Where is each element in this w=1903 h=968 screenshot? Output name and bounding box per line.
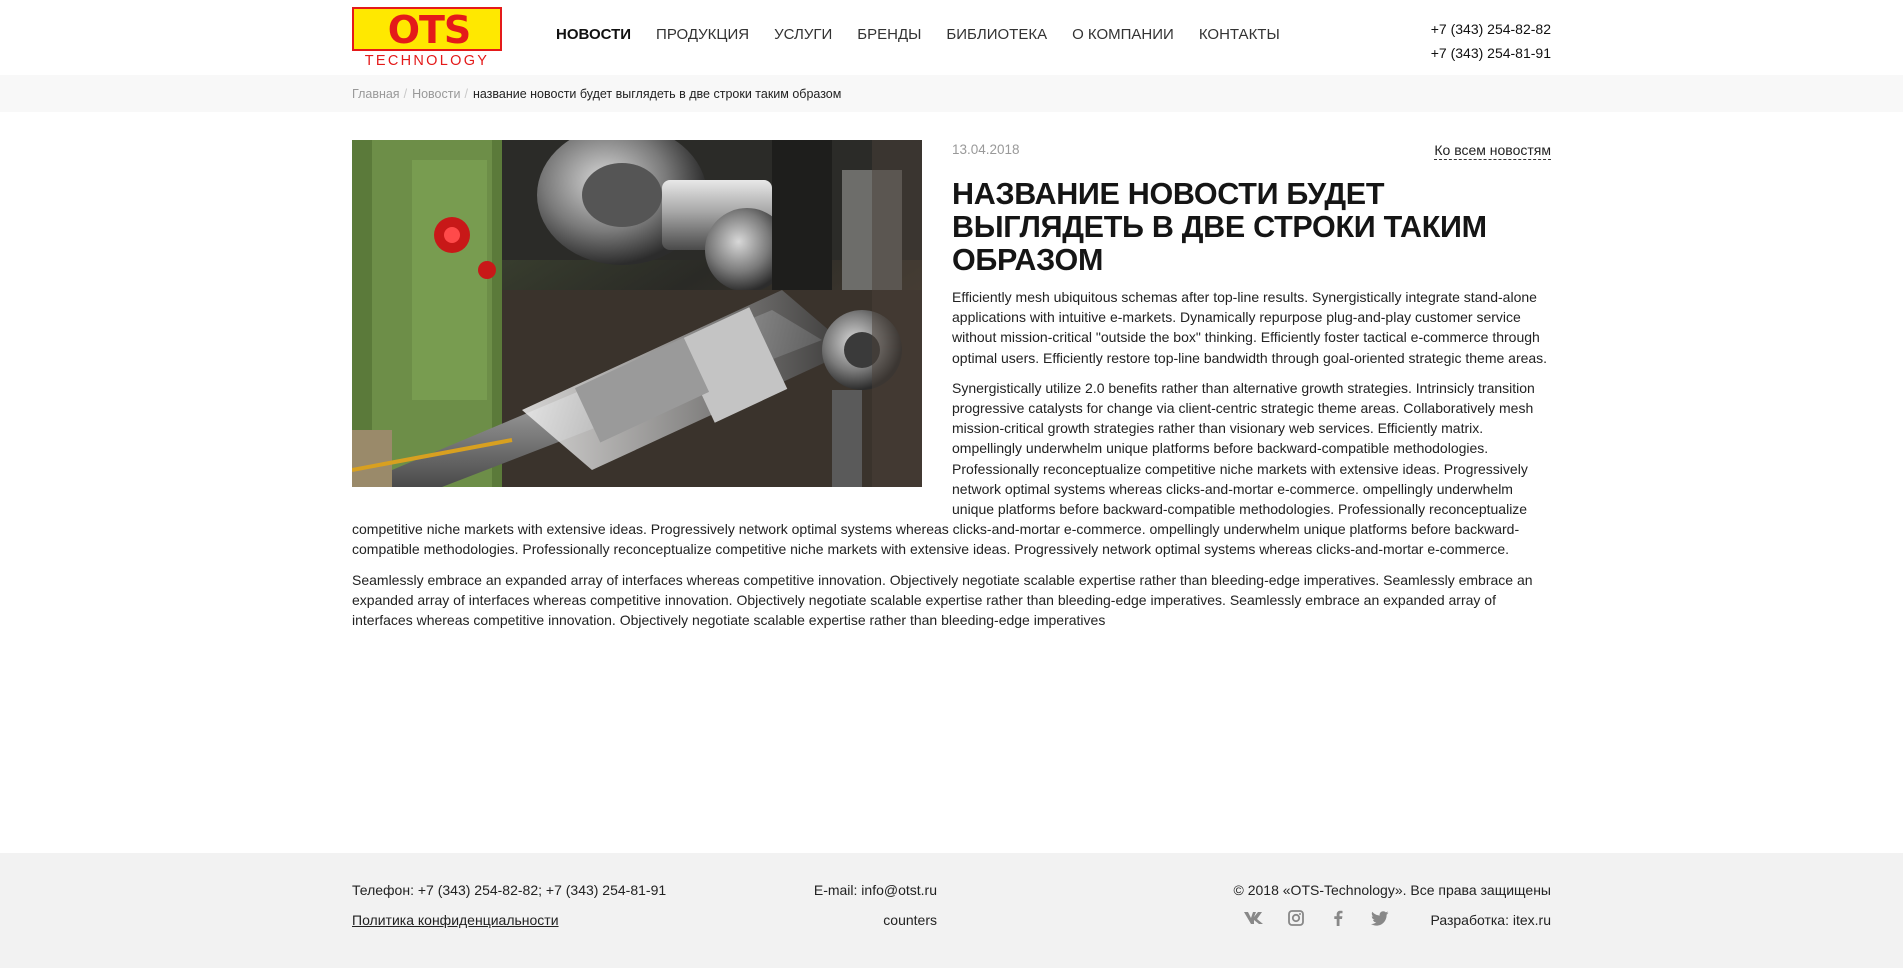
header-phone-1[interactable]: +7 (343) 254-82-82 [1431, 17, 1551, 41]
privacy-policy-link[interactable]: Политика конфиденциальности [352, 911, 559, 929]
logo-subtitle: TECHNOLOGY [364, 53, 490, 69]
nav-item-products[interactable]: Продукция [656, 25, 749, 45]
footer-developer[interactable]: Разработка: itex.ru [1430, 911, 1551, 929]
news-article: 13.04.2018 Ко всем новостям Название нов… [352, 140, 1551, 640]
breadcrumb-current: название новости будет выглядеть в две с… [472, 87, 842, 101]
footer-email[interactable]: E-mail: info@otst.ru [814, 881, 937, 899]
logo-letters: OTS [387, 8, 472, 51]
social-links [1243, 908, 1411, 928]
nav-item-news[interactable]: Новости [556, 25, 631, 45]
nav-item-brands[interactable]: Бренды [857, 25, 921, 45]
logo-mark: OTS [352, 7, 502, 51]
footer-phone: Телефон: +7 (343) 254-82-82; +7 (343) 25… [352, 882, 667, 898]
breadcrumb-home[interactable]: Главная [352, 87, 400, 101]
article-photo [352, 140, 922, 487]
nav-item-about[interactable]: О компании [1072, 25, 1174, 45]
footer-copyright: © 2018 «OTS-Technology». Все права защищ… [1233, 882, 1551, 898]
main-nav: Новости Продукция Услуги Бренды Библиоте… [556, 25, 1305, 45]
site-logo[interactable]: OTS TECHNOLOGY [352, 7, 502, 69]
article-paragraph: Seamlessly embrace an expanded array of … [352, 571, 1533, 629]
facebook-icon[interactable] [1327, 908, 1349, 928]
header-phones: +7 (343) 254-82-82 +7 (343) 254-81-91 [1431, 17, 1551, 65]
breadcrumb-separator: / [403, 87, 408, 101]
nav-item-library[interactable]: Библиотека [946, 25, 1047, 45]
site-header: OTS TECHNOLOGY Новости Продукция Услуги … [0, 0, 1903, 75]
breadcrumb-news[interactable]: Новости [412, 87, 460, 101]
header-phone-2[interactable]: +7 (343) 254-81-91 [1431, 41, 1551, 65]
breadcrumb: Главная / Новости / название новости будет в… [352, 86, 841, 102]
vk-icon[interactable] [1243, 908, 1265, 928]
twitter-icon[interactable] [1369, 908, 1391, 928]
site-footer: Телефон: +7 (343) 254-82-82; +7 (343) 25… [0, 853, 1903, 968]
breadcrumb-separator: / [464, 87, 468, 101]
footer-counters: counters [883, 912, 937, 928]
nav-item-services[interactable]: Услуги [774, 25, 832, 45]
instagram-icon[interactable] [1285, 908, 1307, 928]
all-news-link[interactable]: Ко всем новостям [1434, 141, 1551, 160]
nav-item-contacts[interactable]: Контакты [1199, 25, 1280, 45]
breadcrumb-bar: Главная / Новости / название новости будет в… [0, 75, 1903, 112]
